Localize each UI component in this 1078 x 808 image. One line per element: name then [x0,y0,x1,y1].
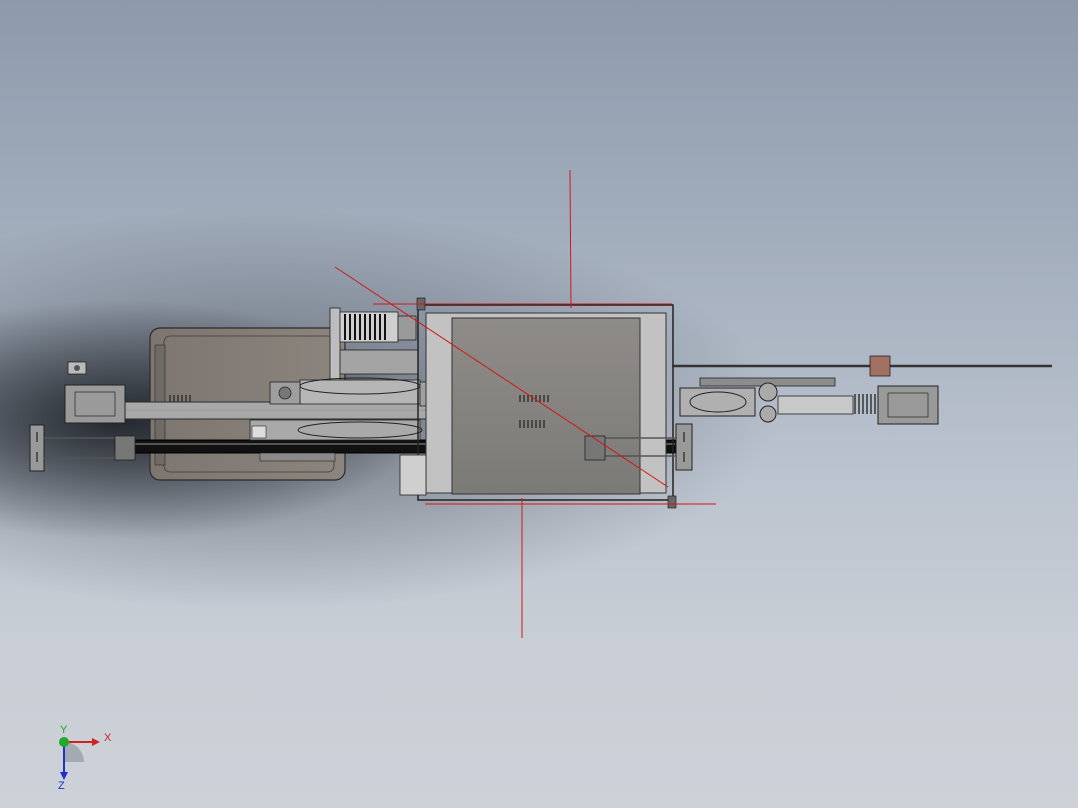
x-axis-label: X [104,732,112,744]
assembly-model[interactable] [0,0,1078,808]
y-axis-dot [59,737,69,747]
left-bracket-assembly[interactable] [29,361,136,472]
graphics-viewport[interactable]: X Y Z [0,0,1078,808]
coordinate-triad: X Y Z [40,724,120,798]
z-axis-label: Z [58,780,65,792]
y-axis-label: Y [60,724,68,736]
